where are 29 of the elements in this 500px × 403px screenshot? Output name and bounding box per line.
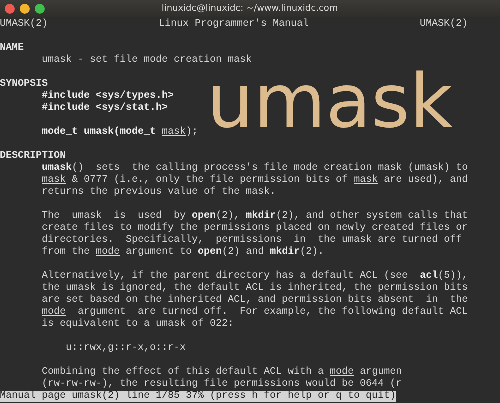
code-line: u::rwx,g::r-x,o::r-x — [66, 343, 186, 354]
text-line: The umask is used by open(2), mkdir(2), and other system calls that — [42, 211, 468, 222]
section-heading: DESCRIPTION — [0, 151, 68, 162]
text-line: #include <sys/stat.h> — [42, 103, 168, 114]
text-line: umask - set file mode creation mask — [42, 55, 252, 66]
text-line: Alternatively, if the parent directory has a default ACL (see acl(5)), — [42, 271, 468, 282]
text-line: mode_t umask(mode_t mask); — [42, 127, 198, 138]
section-heading: NAME — [0, 43, 26, 55]
window-title: linuxidc@linuxidc: ~/www.linuxidc.com — [162, 4, 338, 14]
text-line: (rw-rw-rw-), the resulting file permissions would be 0644 (r — [42, 379, 402, 390]
page-header: UMASK(2) — [0, 19, 48, 31]
text-line: is equivalent to a umask of 022: — [42, 319, 234, 330]
text-line: umask() sets the calling process's file mode creation mask (umask) to — [42, 163, 468, 174]
text-line: Combining the effect of this default ACL with a mode argumen — [42, 367, 402, 378]
text-line: directories. Specifically, permissions in the umask are turned off — [42, 235, 462, 246]
manual-title: Linux Programmer's Manual — [158, 19, 310, 31]
text-line: are set based on the inherited ACL, and permission bits absent in the — [42, 295, 468, 306]
text-line: from the mode argument to open(2) and mkdir(2). — [42, 247, 324, 258]
text-line: the umask is ignored, the default ACL is inherited, the permission bits — [42, 283, 468, 294]
text-line: #include <sys/types.h> — [42, 91, 174, 102]
text-line: mode argument are turned off. For example, the following default ACL — [42, 307, 468, 318]
text-line: create files to modify the permissions placed on newly created files or — [42, 223, 468, 234]
close-button[interactable] — [5, 4, 15, 14]
page-header: UMASK(2) — [420, 19, 468, 31]
text-line: returns the previous value of the mask. — [42, 187, 276, 198]
section-heading: SYNOPSIS — [0, 79, 50, 90]
text-line: mask & 0777 (i.e., only the file permission bits of mask are used), and — [42, 175, 468, 186]
maximize-button[interactable] — [35, 4, 45, 14]
minimize-button[interactable] — [20, 4, 30, 14]
